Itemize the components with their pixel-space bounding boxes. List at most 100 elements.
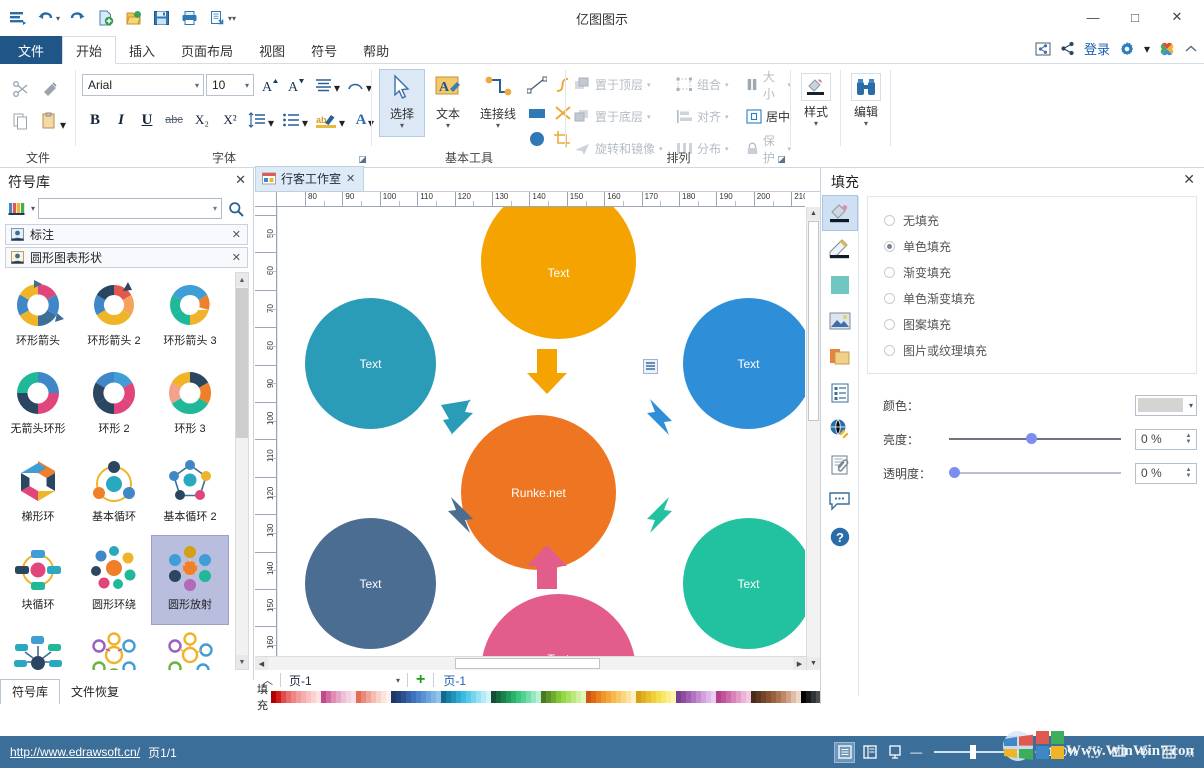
font-size-select[interactable]: 10 ▾: [206, 74, 254, 96]
scroll-down-arrow[interactable]: ▼: [807, 657, 820, 670]
tab-symbols[interactable]: 符号: [298, 36, 350, 64]
text-highlight-button[interactable]: ab: [314, 109, 338, 131]
scrollbar-thumb[interactable]: [236, 288, 248, 438]
strikethrough-button[interactable]: abc: [162, 108, 186, 132]
add-page-button[interactable]: +: [412, 671, 429, 689]
diagram-node-right-top[interactable]: Text: [683, 298, 805, 429]
brightness-input[interactable]: 0 % ▲▼: [1135, 429, 1197, 450]
tab-help[interactable]: 帮助: [350, 36, 402, 64]
diagram-node-top[interactable]: Text: [481, 207, 636, 339]
palette-swatches[interactable]: [271, 691, 856, 703]
radio-indicator[interactable]: [884, 293, 895, 304]
fill-option-pattern[interactable]: 图案填充: [884, 311, 1196, 337]
italic-button[interactable]: I: [110, 108, 132, 132]
chevron-down-icon[interactable]: ▾: [814, 120, 818, 128]
shape-item-circular-arrows-2[interactable]: 环形箭头 2: [76, 272, 152, 360]
image-icon[interactable]: [823, 304, 857, 338]
chevron-down-icon[interactable]: ▾: [245, 81, 249, 90]
chevron-down-icon[interactable]: ▾: [647, 81, 651, 89]
fit-width-icon[interactable]: [1109, 743, 1128, 762]
diagram-arrow-blue[interactable]: [646, 397, 682, 440]
left-tab-file-recovery[interactable]: 文件恢复: [60, 680, 130, 704]
fill-option-none[interactable]: 无填充: [884, 207, 1196, 233]
document-list-icon[interactable]: [823, 376, 857, 410]
close-icon[interactable]: ✕: [1183, 171, 1195, 188]
collapse-ribbon-icon[interactable]: [1184, 42, 1198, 56]
underline-button[interactable]: U: [136, 108, 158, 132]
shape-item-basic-cycle[interactable]: 基本循环: [76, 448, 152, 536]
line-spacing-caret[interactable]: ▾: [268, 116, 274, 130]
shape-grid-scrollbar[interactable]: ▲ ▼: [235, 272, 249, 670]
edit-button[interactable]: 编辑 ▾: [844, 70, 888, 136]
spinner-arrows[interactable]: ▲▼: [1183, 467, 1196, 479]
transparency-slider[interactable]: [949, 472, 1121, 474]
diagram-node-left-bottom[interactable]: Text: [305, 518, 436, 649]
superscript-button[interactable]: X²: [218, 108, 242, 132]
search-input[interactable]: ▾: [38, 198, 222, 219]
chevron-down-icon[interactable]: ▾: [725, 113, 729, 121]
size-button[interactable]: 大小 ▾: [746, 74, 791, 95]
diagram-arrow-up-pink[interactable]: [525, 544, 569, 593]
chevron-down-icon[interactable]: ▾: [647, 113, 651, 121]
zoom-slider[interactable]: [934, 751, 1022, 753]
shadow-folder-icon[interactable]: [823, 340, 857, 374]
attachment-icon[interactable]: [823, 448, 857, 482]
close-icon[interactable]: ✕: [232, 251, 241, 264]
tab-view[interactable]: 视图: [246, 36, 298, 64]
apps-icon[interactable]: [1159, 41, 1175, 57]
ellipse-tool-button[interactable]: [524, 128, 549, 150]
shape-item-trapezoid-ring[interactable]: 梯形环: [0, 448, 76, 536]
radio-indicator[interactable]: [884, 215, 895, 226]
shape-item-basic-cycle-2[interactable]: 基本循环 2: [152, 448, 228, 536]
shape-item-ring-2[interactable]: 环形 2: [76, 360, 152, 448]
scrollbar-thumb[interactable]: [455, 658, 600, 669]
rectangle-tool-button[interactable]: [524, 102, 549, 124]
format-painter-button[interactable]: [38, 76, 64, 102]
shape-item-block-radial[interactable]: 块型放射: [0, 624, 76, 670]
bullets-button[interactable]: [280, 109, 302, 131]
line-tool-button[interactable]: [524, 74, 549, 96]
view-fit-page-button[interactable]: [885, 743, 904, 762]
color-swatch-icon[interactable]: [823, 268, 857, 302]
chevron-down-icon[interactable]: ▾: [725, 81, 729, 89]
fit-page-icon[interactable]: [1084, 743, 1103, 762]
chevron-down-icon[interactable]: ▾: [864, 120, 868, 128]
center-button[interactable]: 居中: [746, 106, 790, 127]
highlight-caret[interactable]: ▾: [339, 116, 345, 130]
left-tab-symbol-library[interactable]: 符号库: [0, 679, 60, 704]
document-tab[interactable]: 行客工作室 ✕: [255, 166, 364, 191]
canvas-horizontal-scrollbar[interactable]: ◀ ▶: [255, 656, 806, 670]
gear-icon[interactable]: [1119, 41, 1135, 57]
shape-item-circular-radial-2[interactable]: 圆形放射 2: [152, 624, 228, 670]
status-url-link[interactable]: http://www.edrawsoft.cn/: [10, 745, 140, 759]
library-item-annotations[interactable]: 标注 ✕: [5, 224, 248, 245]
slider-knob[interactable]: [1026, 433, 1037, 444]
library-picker-icon[interactable]: [6, 199, 28, 219]
shape-item-ring-3[interactable]: 环形 3: [152, 360, 228, 448]
scroll-down-arrow[interactable]: ▼: [236, 655, 248, 669]
zoom-in-button[interactable]: +: [1034, 745, 1041, 759]
connector-tool-button[interactable]: 连接线 ▾: [472, 70, 524, 136]
diagram-arrow-teal[interactable]: [438, 397, 474, 440]
radio-indicator[interactable]: [884, 267, 895, 278]
send-to-back-button[interactable]: 置于底层 ▾: [574, 106, 651, 127]
view-single-page-button[interactable]: [835, 743, 854, 762]
page-tab-1[interactable]: 页-1: [438, 672, 471, 689]
share-icon[interactable]: [1060, 41, 1075, 56]
fill-icon[interactable]: [823, 196, 857, 230]
arrange-dialog-launcher[interactable]: ◪: [776, 154, 787, 165]
chevron-down-icon[interactable]: ▾: [446, 122, 450, 130]
diagram-arrow-down-orange[interactable]: [525, 349, 569, 398]
shape-item-ring-no-arrow[interactable]: 无箭头环形: [0, 360, 76, 448]
chevron-down-icon[interactable]: ▾: [496, 122, 500, 130]
fill-option-solid[interactable]: 单色填充: [884, 233, 1196, 259]
shrink-font-button[interactable]: A: [284, 73, 308, 97]
diagram-node-right-bottom[interactable]: Text: [683, 518, 805, 649]
paste-button[interactable]: [38, 108, 60, 134]
close-icon[interactable]: ✕: [346, 172, 355, 185]
search-icon[interactable]: [225, 201, 247, 217]
scroll-up-arrow[interactable]: ▲: [807, 207, 820, 220]
shape-item-block-cycle[interactable]: 块循环: [0, 536, 76, 624]
shape-item-circular-radial[interactable]: 圆形放射: [152, 536, 228, 624]
select-tool-button[interactable]: 选择 ▾: [380, 70, 424, 136]
